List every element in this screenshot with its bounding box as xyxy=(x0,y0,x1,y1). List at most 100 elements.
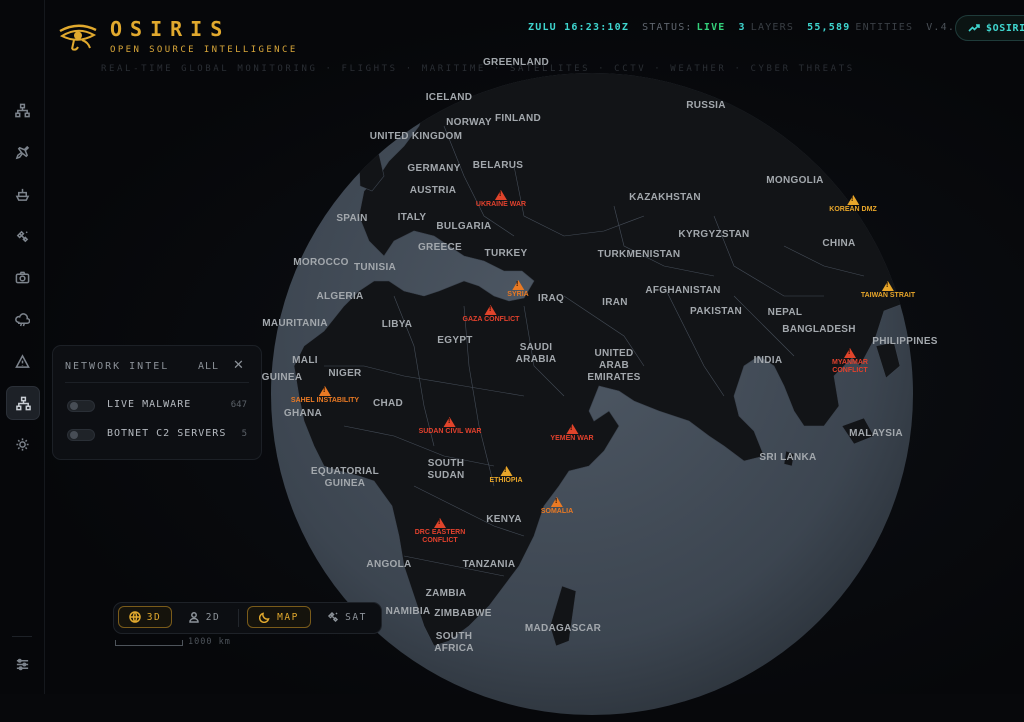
country-label: UNITED ARAB EMIRATES xyxy=(587,348,641,383)
layers-label: LAYERS xyxy=(750,22,795,33)
alert-icon[interactable] xyxy=(6,345,38,377)
country-label: IRAQ xyxy=(537,293,565,304)
country-label: ZAMBIA xyxy=(425,588,467,599)
status-value: LIVE xyxy=(696,22,726,33)
country-label: MADAGASCAR xyxy=(524,623,602,634)
map-pin-icon xyxy=(189,612,199,623)
scale-bar xyxy=(115,640,183,646)
moon-icon xyxy=(259,612,270,623)
country-label: SPAIN xyxy=(336,213,368,224)
layer-count: 5 xyxy=(241,429,247,439)
left-sidebar xyxy=(0,0,45,694)
country-label: NORWAY xyxy=(446,117,492,128)
layer-row-botnet: BOTNET C2 SERVERS 5 xyxy=(67,427,247,443)
country-label: TURKMENISTAN xyxy=(597,249,681,260)
weather-icon[interactable] xyxy=(6,303,38,335)
camera-icon[interactable] xyxy=(6,261,38,293)
country-label: TUNISIA xyxy=(353,262,397,273)
country-label: ALGERIA xyxy=(316,291,364,302)
switcher-divider xyxy=(238,609,239,627)
layer-count: 647 xyxy=(230,400,247,410)
token-button[interactable]: $OSIRIS xyxy=(955,15,1024,41)
map-style-button[interactable]: MAP xyxy=(247,606,311,628)
country-label: KENYA xyxy=(486,514,522,525)
eye-of-horus-logo xyxy=(59,24,97,51)
conflict-marker[interactable]: SAHEL INSTABILITY xyxy=(291,386,359,405)
layer-label: BOTNET C2 SERVERS xyxy=(107,428,227,439)
trend-up-icon xyxy=(968,24,980,32)
conflict-marker[interactable]: ETHIOPIA xyxy=(489,466,523,485)
country-label: NIGER xyxy=(328,368,362,379)
country-label: ANGOLA xyxy=(366,559,412,570)
country-label: RUSSIA xyxy=(686,100,726,111)
conflict-marker[interactable]: SOMALIA xyxy=(541,497,573,516)
flight-icon[interactable] xyxy=(6,136,38,168)
network-icon[interactable] xyxy=(6,94,38,126)
country-label: AFGHANISTAN xyxy=(645,285,721,296)
country-label: TANZANIA xyxy=(462,559,516,570)
country-label: NEPAL xyxy=(767,307,803,318)
close-icon[interactable]: ✕ xyxy=(233,358,244,373)
country-label: CHAD xyxy=(372,398,404,409)
layers-count: 3 xyxy=(738,22,746,33)
botnet-toggle[interactable] xyxy=(67,429,95,441)
country-label: EGYPT xyxy=(437,335,473,346)
zulu-clock: ZULU 16:23:10Z xyxy=(528,22,630,33)
country-label: GHANA xyxy=(283,408,323,419)
country-label: BULGARIA xyxy=(436,221,492,232)
conflict-marker[interactable]: SYRIA xyxy=(507,280,529,299)
panel-title: NETWORK INTEL xyxy=(65,361,170,372)
country-label: BANGLADESH xyxy=(782,324,856,335)
country-label: SAUDI ARABIA xyxy=(515,342,557,365)
country-label: NAMIBIA xyxy=(385,606,431,617)
country-label: INDIA xyxy=(753,355,783,366)
sliders-icon[interactable] xyxy=(6,648,38,680)
layer-row-live-malware: LIVE MALWARE 647 xyxy=(67,398,247,414)
token-label: $OSIRIS xyxy=(986,22,1024,34)
conflict-marker[interactable]: MYANMAR CONFLICT xyxy=(830,348,870,375)
app-subtitle: OPEN SOURCE INTELLIGENCE xyxy=(110,45,298,55)
country-label: UNITED KINGDOM xyxy=(369,131,463,142)
country-label: GUINEA xyxy=(261,372,303,383)
conflict-marker[interactable]: YEMEN WAR xyxy=(550,424,594,443)
layer-label: LIVE MALWARE xyxy=(107,399,192,410)
scale-label: 1000 km xyxy=(188,637,231,647)
country-label: FINLAND xyxy=(495,113,541,124)
conflict-marker[interactable]: UKRAINE WAR xyxy=(476,190,526,209)
entities-count: 55,589 xyxy=(807,22,851,33)
country-label: SOUTH AFRICA xyxy=(434,631,474,654)
live-malware-toggle[interactable] xyxy=(67,400,95,412)
sidebar-divider xyxy=(12,636,32,637)
country-label: LIBYA xyxy=(381,319,413,330)
country-label: ITALY xyxy=(397,212,427,223)
globe-3d-button[interactable]: 3D xyxy=(118,606,172,628)
country-label: EQUATORIAL GUINEA xyxy=(310,466,380,489)
select-all-button[interactable]: ALL xyxy=(198,361,219,372)
country-label: GERMANY xyxy=(407,163,461,174)
conflict-marker[interactable]: KOREAN DMZ xyxy=(829,195,877,214)
country-label: MALAYSIA xyxy=(849,428,903,439)
country-label: CHINA xyxy=(822,238,856,249)
country-label: PAKISTAN xyxy=(689,306,743,317)
sun-icon[interactable] xyxy=(6,428,38,460)
country-label: SRI LANKA xyxy=(759,452,817,463)
ship-icon[interactable] xyxy=(6,178,38,210)
panel-divider xyxy=(65,382,249,383)
network-intel-icon[interactable] xyxy=(6,386,40,420)
conflict-marker[interactable]: GAZA CONFLICT xyxy=(463,305,519,324)
app-title: OSIRIS xyxy=(110,17,231,41)
country-label: TURKEY xyxy=(484,248,528,259)
country-label: MONGOLIA xyxy=(766,175,824,186)
entities-label: ENTITIES xyxy=(855,22,914,33)
globe-icon xyxy=(129,611,141,623)
conflict-marker[interactable]: SUDAN CIVIL WAR xyxy=(419,417,481,436)
satellite-icon[interactable] xyxy=(6,220,38,252)
country-label: ZIMBABWE xyxy=(434,608,492,619)
flat-2d-button[interactable]: 2D xyxy=(178,606,230,628)
country-label: MOROCCO xyxy=(293,257,349,268)
conflict-marker[interactable]: TAIWAN STRAIT xyxy=(861,281,915,300)
status-bar: ZULU 16:23:10Z STATUS: LIVE 3 LAYERS 55,… xyxy=(528,22,962,33)
satellite-style-button[interactable]: SAT xyxy=(318,606,376,628)
conflict-marker[interactable]: DRC EASTERN CONFLICT xyxy=(413,518,467,545)
status-label: STATUS: xyxy=(642,22,693,33)
